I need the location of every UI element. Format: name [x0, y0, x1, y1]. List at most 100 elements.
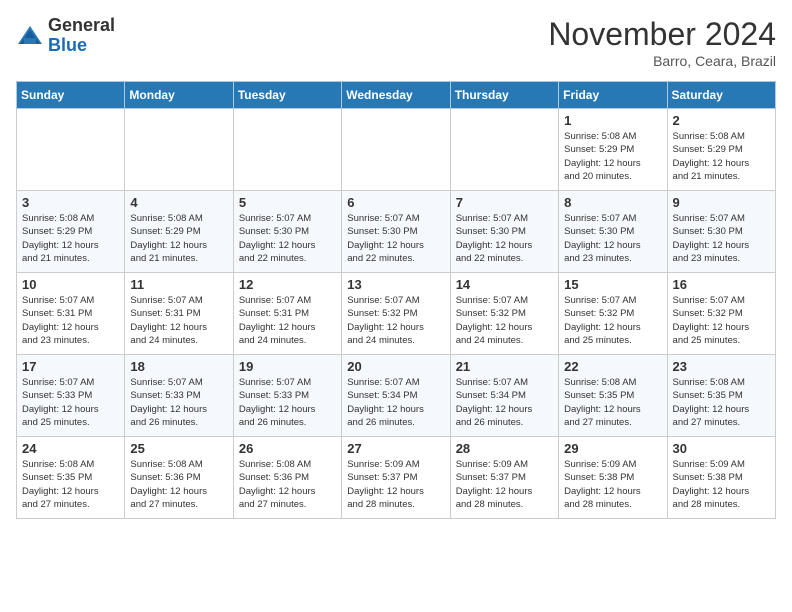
- day-info: Sunrise: 5:07 AM Sunset: 5:31 PM Dayligh…: [130, 294, 227, 347]
- day-info: Sunrise: 5:08 AM Sunset: 5:29 PM Dayligh…: [564, 130, 661, 183]
- day-info: Sunrise: 5:09 AM Sunset: 5:37 PM Dayligh…: [347, 458, 444, 511]
- day-info: Sunrise: 5:07 AM Sunset: 5:31 PM Dayligh…: [239, 294, 336, 347]
- day-number: 20: [347, 359, 444, 374]
- weekday-header-sunday: Sunday: [17, 82, 125, 109]
- table-cell: 4 Sunrise: 5:08 AM Sunset: 5:29 PM Daylig…: [125, 191, 233, 273]
- table-cell: [450, 109, 558, 191]
- table-cell: 13 Sunrise: 5:07 AM Sunset: 5:32 PM Dayli…: [342, 273, 450, 355]
- logo-blue-text: Blue: [48, 36, 115, 56]
- day-number: 2: [673, 113, 770, 128]
- weekday-header-thursday: Thursday: [450, 82, 558, 109]
- day-number: 1: [564, 113, 661, 128]
- logo: General Blue: [16, 16, 115, 56]
- logo-general-text: General: [48, 16, 115, 36]
- day-info: Sunrise: 5:09 AM Sunset: 5:38 PM Dayligh…: [673, 458, 770, 511]
- day-number: 22: [564, 359, 661, 374]
- day-info: Sunrise: 5:08 AM Sunset: 5:35 PM Dayligh…: [564, 376, 661, 429]
- day-number: 19: [239, 359, 336, 374]
- table-cell: 26 Sunrise: 5:08 AM Sunset: 5:36 PM Dayli…: [233, 437, 341, 519]
- table-cell: 5Sunrise: 5:07 AM Sunset: 5:30 PM Daylig…: [233, 191, 341, 273]
- logo-icon: [16, 22, 44, 50]
- day-info: Sunrise: 5:07 AM Sunset: 5:30 PM Dayligh…: [456, 212, 553, 265]
- table-cell: 29Sunrise: 5:09 AM Sunset: 5:38 PM Dayli…: [559, 437, 667, 519]
- day-number: 23: [673, 359, 770, 374]
- day-number: 15: [564, 277, 661, 292]
- table-cell: 15 Sunrise: 5:07 AM Sunset: 5:32 PM Dayli…: [559, 273, 667, 355]
- day-info: Sunrise: 5:07 AM Sunset: 5:34 PM Dayligh…: [347, 376, 444, 429]
- day-info: Sunrise: 5:08 AM Sunset: 5:36 PM Dayligh…: [239, 458, 336, 511]
- table-cell: [342, 109, 450, 191]
- day-number: 29: [564, 441, 661, 456]
- day-info: Sunrise: 5:07 AM Sunset: 5:30 PM Dayligh…: [564, 212, 661, 265]
- table-cell: 22 Sunrise: 5:08 AM Sunset: 5:35 PM Dayli…: [559, 355, 667, 437]
- table-cell: 30 Sunrise: 5:09 AM Sunset: 5:38 PM Dayli…: [667, 437, 775, 519]
- day-info: Sunrise: 5:08 AM Sunset: 5:29 PM Dayligh…: [673, 130, 770, 183]
- table-cell: [233, 109, 341, 191]
- day-number: 11: [130, 277, 227, 292]
- title-area: November 2024 Barro, Ceara, Brazil: [548, 16, 776, 69]
- day-number: 18: [130, 359, 227, 374]
- table-cell: 6 Sunrise: 5:07 AM Sunset: 5:30 PM Daylig…: [342, 191, 450, 273]
- table-cell: [125, 109, 233, 191]
- location: Barro, Ceara, Brazil: [548, 53, 776, 69]
- day-info: Sunrise: 5:07 AM Sunset: 5:32 PM Dayligh…: [456, 294, 553, 347]
- calendar-week-3: 10Sunrise: 5:07 AM Sunset: 5:31 PM Dayli…: [17, 273, 776, 355]
- day-info: Sunrise: 5:08 AM Sunset: 5:36 PM Dayligh…: [130, 458, 227, 511]
- table-cell: 14Sunrise: 5:07 AM Sunset: 5:32 PM Dayli…: [450, 273, 558, 355]
- calendar-header: SundayMondayTuesdayWednesdayThursdayFrid…: [17, 82, 776, 109]
- day-info: Sunrise: 5:07 AM Sunset: 5:30 PM Dayligh…: [347, 212, 444, 265]
- day-number: 17: [22, 359, 119, 374]
- day-number: 25: [130, 441, 227, 456]
- day-number: 6: [347, 195, 444, 210]
- day-number: 27: [347, 441, 444, 456]
- table-cell: 18 Sunrise: 5:07 AM Sunset: 5:33 PM Dayli…: [125, 355, 233, 437]
- table-cell: 11 Sunrise: 5:07 AM Sunset: 5:31 PM Dayli…: [125, 273, 233, 355]
- day-info: Sunrise: 5:07 AM Sunset: 5:33 PM Dayligh…: [239, 376, 336, 429]
- day-info: Sunrise: 5:08 AM Sunset: 5:29 PM Dayligh…: [130, 212, 227, 265]
- weekday-header-monday: Monday: [125, 82, 233, 109]
- calendar-week-5: 24Sunrise: 5:08 AM Sunset: 5:35 PM Dayli…: [17, 437, 776, 519]
- weekday-header-wednesday: Wednesday: [342, 82, 450, 109]
- day-info: Sunrise: 5:07 AM Sunset: 5:32 PM Dayligh…: [564, 294, 661, 347]
- table-cell: 16Sunrise: 5:07 AM Sunset: 5:32 PM Dayli…: [667, 273, 775, 355]
- day-info: Sunrise: 5:07 AM Sunset: 5:32 PM Dayligh…: [347, 294, 444, 347]
- day-number: 21: [456, 359, 553, 374]
- day-info: Sunrise: 5:08 AM Sunset: 5:29 PM Dayligh…: [22, 212, 119, 265]
- table-cell: [17, 109, 125, 191]
- table-cell: 3Sunrise: 5:08 AM Sunset: 5:29 PM Daylig…: [17, 191, 125, 273]
- day-info: Sunrise: 5:09 AM Sunset: 5:37 PM Dayligh…: [456, 458, 553, 511]
- table-cell: 8 Sunrise: 5:07 AM Sunset: 5:30 PM Daylig…: [559, 191, 667, 273]
- table-cell: 1 Sunrise: 5:08 AM Sunset: 5:29 PM Daylig…: [559, 109, 667, 191]
- calendar-body: 1 Sunrise: 5:08 AM Sunset: 5:29 PM Daylig…: [17, 109, 776, 519]
- day-info: Sunrise: 5:07 AM Sunset: 5:34 PM Dayligh…: [456, 376, 553, 429]
- calendar-week-4: 17 Sunrise: 5:07 AM Sunset: 5:33 PM Dayli…: [17, 355, 776, 437]
- table-cell: 2 Sunrise: 5:08 AM Sunset: 5:29 PM Daylig…: [667, 109, 775, 191]
- weekday-header-tuesday: Tuesday: [233, 82, 341, 109]
- day-number: 12: [239, 277, 336, 292]
- day-info: Sunrise: 5:08 AM Sunset: 5:35 PM Dayligh…: [673, 376, 770, 429]
- calendar-table: SundayMondayTuesdayWednesdayThursdayFrid…: [16, 81, 776, 519]
- day-number: 13: [347, 277, 444, 292]
- day-number: 26: [239, 441, 336, 456]
- table-cell: 7Sunrise: 5:07 AM Sunset: 5:30 PM Daylig…: [450, 191, 558, 273]
- day-number: 9: [673, 195, 770, 210]
- table-cell: 9 Sunrise: 5:07 AM Sunset: 5:30 PM Daylig…: [667, 191, 775, 273]
- calendar-week-2: 3Sunrise: 5:08 AM Sunset: 5:29 PM Daylig…: [17, 191, 776, 273]
- table-cell: 24Sunrise: 5:08 AM Sunset: 5:35 PM Dayli…: [17, 437, 125, 519]
- table-cell: 19 Sunrise: 5:07 AM Sunset: 5:33 PM Dayli…: [233, 355, 341, 437]
- day-info: Sunrise: 5:07 AM Sunset: 5:33 PM Dayligh…: [130, 376, 227, 429]
- day-number: 5: [239, 195, 336, 210]
- day-info: Sunrise: 5:07 AM Sunset: 5:30 PM Dayligh…: [673, 212, 770, 265]
- day-info: Sunrise: 5:07 AM Sunset: 5:31 PM Dayligh…: [22, 294, 119, 347]
- day-number: 4: [130, 195, 227, 210]
- month-title: November 2024: [548, 16, 776, 53]
- table-cell: 20 Sunrise: 5:07 AM Sunset: 5:34 PM Dayli…: [342, 355, 450, 437]
- logo-text: General Blue: [48, 16, 115, 56]
- day-number: 30: [673, 441, 770, 456]
- day-number: 8: [564, 195, 661, 210]
- table-cell: 25 Sunrise: 5:08 AM Sunset: 5:36 PM Dayli…: [125, 437, 233, 519]
- table-cell: 12 Sunrise: 5:07 AM Sunset: 5:31 PM Dayli…: [233, 273, 341, 355]
- day-info: Sunrise: 5:07 AM Sunset: 5:33 PM Dayligh…: [22, 376, 119, 429]
- table-cell: 17 Sunrise: 5:07 AM Sunset: 5:33 PM Dayli…: [17, 355, 125, 437]
- weekday-header-row: SundayMondayTuesdayWednesdayThursdayFrid…: [17, 82, 776, 109]
